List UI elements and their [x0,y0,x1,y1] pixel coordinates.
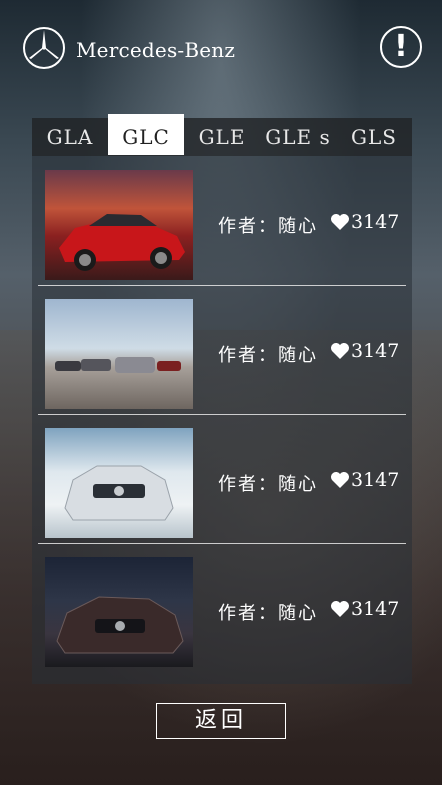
tab-gls[interactable]: GLS [336,118,412,156]
like-count-value: 3147 [351,469,400,491]
heart-icon [331,214,349,230]
like-count-value: 3147 [351,598,400,620]
mercedes-star-icon [23,27,65,69]
tab-gla[interactable]: GLA [32,118,108,156]
info-button[interactable]: ! [380,26,422,68]
car-group-photo[interactable] [45,299,193,409]
model-tabs: GLA GLC GLE GLE s GLS [32,114,412,156]
heart-icon [331,472,349,488]
back-button[interactable]: 返回 [156,703,286,739]
photo-list: 作者：随心 3147 作者：随心 3147 作者：随心 3147 作者：随心 3… [32,156,412,672]
tab-gle-s[interactable]: GLE s [260,118,336,156]
brand-name: Mercedes-Benz [76,38,236,62]
list-item[interactable]: 作者：随心 3147 [32,414,412,543]
heart-icon [331,601,349,617]
dark-car-photo[interactable] [45,557,193,667]
tab-gle[interactable]: GLE [184,118,260,156]
like-count[interactable]: 3147 [330,340,399,362]
divider [38,543,406,544]
white-car-photo[interactable] [45,428,193,538]
list-item[interactable]: 作者：随心 3147 [32,543,412,672]
heart-icon [331,343,349,359]
list-item[interactable]: 作者：随心 3147 [32,156,412,285]
tab-glc[interactable]: GLC [108,114,184,155]
divider [38,414,406,415]
list-item[interactable]: 作者：随心 3147 [32,285,412,414]
like-count-value: 3147 [351,211,400,233]
like-count[interactable]: 3147 [330,211,399,233]
like-count-value: 3147 [351,340,400,362]
author-label: 作者：随心 [218,345,318,366]
gallery-panel: GLA GLC GLE GLE s GLS 作者：随心 3147 作者：随心 3… [32,114,412,684]
author-label: 作者：随心 [218,216,318,237]
author-label: 作者：随心 [218,474,318,495]
author-label: 作者：随心 [218,603,318,624]
divider [38,285,406,286]
like-count[interactable]: 3147 [330,598,399,620]
like-count[interactable]: 3147 [330,469,399,491]
red-car-photo[interactable] [45,170,193,280]
header: Mercedes-Benz ! [0,0,442,100]
